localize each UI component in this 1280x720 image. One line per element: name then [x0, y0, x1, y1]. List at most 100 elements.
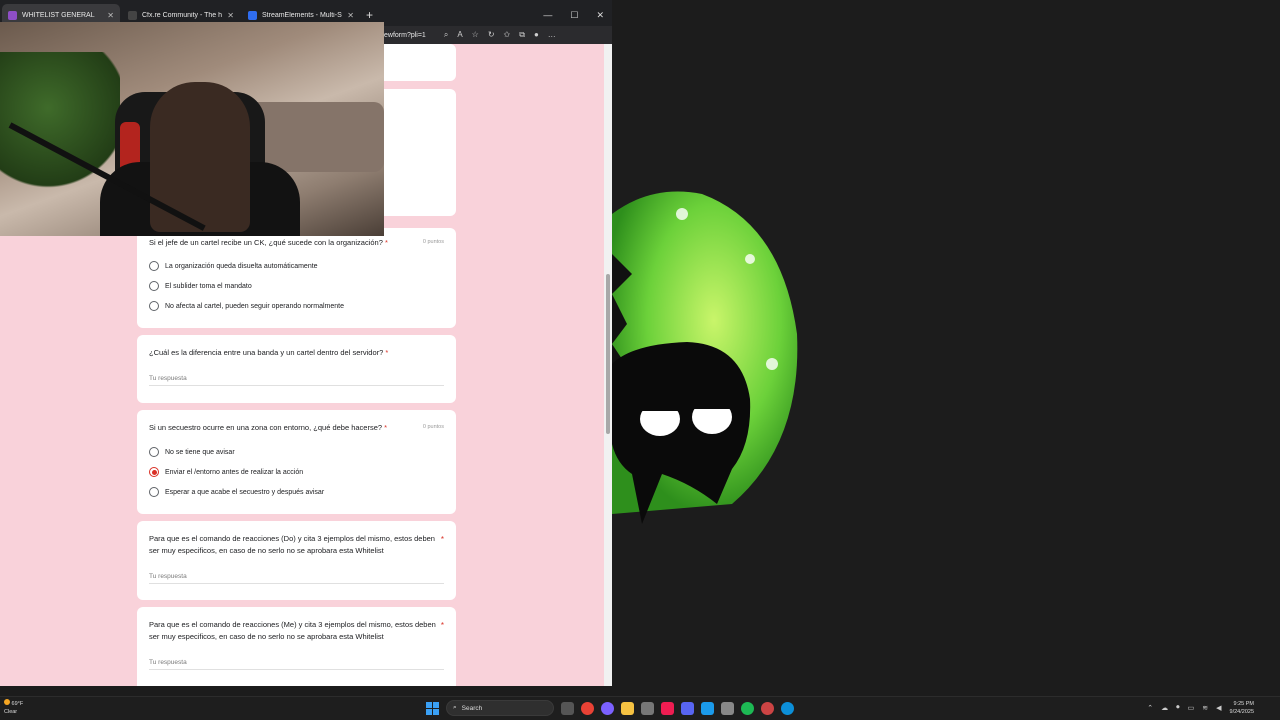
system-tray: ⌃ ☁ ⏺ ▭ ≋ ◀ 9:25 PM 9/24/2025 [1147, 700, 1254, 716]
taskbar-apps: ⌕ Search [426, 700, 794, 716]
required-marker: * [440, 535, 444, 544]
wifi-icon[interactable]: ≋ [1202, 704, 1208, 712]
answer-input[interactable]: Tu respuesta [149, 375, 444, 386]
clock-time: 9:25 PM [1233, 701, 1254, 707]
answer-input[interactable]: Tu respuesta [149, 573, 444, 584]
scrollbar[interactable] [604, 44, 612, 686]
radio-button[interactable] [149, 301, 159, 311]
question-title: Para que es el comando de reacciones (Do… [149, 534, 435, 555]
display-icon[interactable]: ▭ [1188, 704, 1195, 712]
volume-icon[interactable]: ◀ [1216, 704, 1221, 712]
zoom-icon[interactable]: ⌕ [444, 30, 448, 40]
question-card-q5: Para que es el comando de reacciones (Me… [137, 607, 456, 686]
radio-option[interactable]: No se tiene que avisar [149, 447, 235, 457]
tab-close-icon[interactable]: ✕ [347, 11, 354, 20]
address-url: ewform?pli=1 [384, 31, 426, 39]
taskbar: 69°F Clear ⌕ Search ⌃ ☁ ⏺ ▭ ≋ ◀ 9:25 PM … [0, 696, 1280, 720]
radio-button[interactable] [149, 447, 159, 457]
task-view-icon[interactable] [561, 701, 574, 715]
collections-icon[interactable]: ⧉ [519, 30, 525, 40]
calculator-icon[interactable] [641, 701, 654, 715]
radio-button[interactable] [149, 487, 159, 497]
radio-label: Enviar el /entorno antes de realizar la … [165, 468, 304, 476]
question-card-q3: Si un secuestro ocurre en una zona con e… [137, 410, 456, 514]
refresh-icon[interactable]: ↻ [488, 30, 495, 40]
taskbar-search[interactable]: ⌕ Search [446, 700, 554, 716]
app-icon[interactable] [761, 701, 774, 715]
tab-title: StreamElements - Multi-Streamin [262, 11, 342, 19]
webcam-overlay [0, 22, 384, 236]
radio-label: La organización queda disuelta automátic… [165, 262, 318, 270]
browser-window: WHITELIST GENERAL ✕ Cfx.re Community - T… [0, 0, 612, 686]
file-explorer-icon[interactable] [621, 701, 634, 715]
radio-button[interactable] [149, 261, 159, 271]
radio-label: Esperar a que acabe el secuestro y despu… [165, 488, 325, 496]
radio-option[interactable]: La organización queda disuelta automátic… [149, 261, 318, 271]
chrome-icon[interactable] [581, 701, 594, 715]
radio-button-selected[interactable] [149, 467, 159, 477]
portal-sparkle [766, 358, 778, 370]
more-icon[interactable]: … [548, 30, 556, 40]
profile-icon[interactable]: ● [534, 30, 539, 40]
minimize-icon[interactable]: — [543, 10, 552, 21]
question-points: 0 puntos [422, 239, 444, 245]
clock-date: 9/24/2025 [1229, 709, 1254, 715]
right-eyelid [692, 397, 732, 409]
chevron-up-icon[interactable]: ⌃ [1147, 704, 1153, 712]
favorite-star-icon[interactable]: ☆ [472, 30, 479, 40]
search-icon: ⌕ [453, 704, 457, 711]
tab-title: WHITELIST GENERAL [22, 11, 95, 19]
question-card-q4: Para que es el comando de reacciones (Do… [137, 521, 456, 600]
weather-widget[interactable]: 69°F Clear [4, 699, 23, 716]
radio-option[interactable]: El sublider toma el mandato [149, 281, 252, 291]
weather-temp: 69°F [11, 701, 24, 707]
new-tab-button[interactable]: + [366, 8, 373, 22]
tab-favicon-icon [128, 10, 137, 20]
question-card-q2: ¿Cuál es la diferencia entre una banda y… [137, 335, 456, 403]
tab-favicon-icon [248, 10, 257, 20]
clock[interactable]: 9:25 PM 9/24/2025 [1230, 700, 1254, 716]
tab-favicon-icon [8, 10, 17, 20]
steam-icon[interactable] [701, 701, 714, 715]
favorites-icon[interactable]: ✩ [504, 30, 511, 40]
question-title: ¿Cuál es la diferencia entre una banda y… [149, 348, 389, 357]
scrollbar-thumb[interactable] [606, 274, 610, 434]
tiktok-icon[interactable] [661, 701, 674, 715]
discord-icon[interactable] [681, 701, 694, 715]
radio-option-selected[interactable]: Enviar el /entorno antes de realizar la … [149, 467, 303, 477]
left-eyelid [640, 399, 680, 411]
close-icon[interactable]: ✕ [596, 10, 604, 21]
question-title: Si el jefe de un cartel recibe un CK, ¿q… [149, 238, 388, 247]
radio-option[interactable]: No afecta al cartel, pueden seguir opera… [149, 301, 344, 311]
answer-input[interactable]: Tu respuesta [149, 659, 444, 670]
maximize-icon[interactable]: ☐ [570, 10, 578, 21]
onedrive-icon[interactable]: ☁ [1161, 704, 1168, 712]
windows-start-icon[interactable] [426, 701, 439, 715]
radio-button[interactable] [149, 281, 159, 291]
spotify-icon[interactable] [741, 701, 754, 715]
radio-label: El sublider toma el mandato [165, 282, 252, 290]
question-points: 0 puntos [422, 424, 444, 430]
question-title: Si un secuestro ocurre en una zona con e… [149, 423, 388, 432]
read-aloud-icon[interactable]: A [457, 30, 462, 40]
mic-icon[interactable]: ⏺ [1176, 704, 1180, 712]
copilot-icon[interactable] [601, 701, 614, 715]
address-bar[interactable]: ewform?pli=1 ⌕ A ☆ ↻ ✩ ⧉ ● … [384, 26, 584, 44]
radio-option[interactable]: Esperar a que acabe el secuestro y despu… [149, 487, 324, 497]
tab-close-icon[interactable]: ✕ [107, 11, 114, 20]
required-marker: * [440, 621, 444, 630]
portal-sparkle [745, 254, 755, 264]
edge-icon[interactable] [781, 701, 794, 715]
radio-label: No afecta al cartel, pueden seguir opera… [165, 302, 344, 310]
tab-close-icon[interactable]: ✕ [227, 11, 234, 20]
weather-desc: Clear [4, 709, 18, 715]
search-label: Search [461, 704, 483, 712]
portal-sparkle [676, 208, 688, 220]
question-card-q1: Si el jefe de un cartel recibe un CK, ¿q… [137, 228, 456, 328]
rick-portal-logo [612, 191, 798, 524]
weather-sun-icon [4, 699, 10, 705]
app-icon[interactable] [721, 701, 734, 715]
question-title: Para que es el comando de reacciones (Me… [149, 620, 436, 641]
address-actions: ⌕ A ☆ ↻ ✩ ⧉ ● … [444, 30, 556, 40]
window-controls: — ☐ ✕ [543, 10, 612, 21]
